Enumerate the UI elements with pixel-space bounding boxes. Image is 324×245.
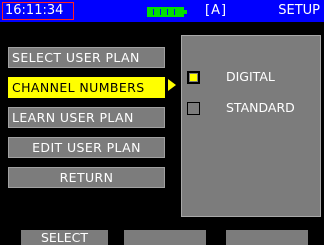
screen-title: SETUP [278, 3, 320, 18]
arrow-right-icon [168, 79, 176, 91]
channel-numbers-button[interactable]: CHANNEL NUMBERS [8, 77, 165, 98]
option-label: STANDARD [226, 100, 295, 115]
options-panel [181, 35, 321, 217]
softkey-1[interactable]: SELECT [21, 230, 108, 245]
return-button[interactable]: RETURN [8, 167, 165, 188]
checkbox-checked-icon[interactable] [187, 71, 200, 84]
mode-indicator: [A] [205, 3, 228, 18]
option-digital[interactable]: DIGITAL [187, 69, 307, 87]
select-user-plan-button[interactable]: SELECT USER PLAN [8, 47, 165, 68]
edit-user-plan-button[interactable]: EDIT USER PLAN [8, 137, 165, 158]
option-standard[interactable]: STANDARD [187, 100, 307, 118]
learn-user-plan-button[interactable]: LEARN USER PLAN [8, 107, 165, 128]
checkbox-unchecked-icon[interactable] [187, 102, 200, 115]
clock: 16:11:34 [2, 2, 74, 20]
status-bar: 16:11:34 [A] SETUP [0, 0, 324, 22]
option-label: DIGITAL [226, 69, 275, 84]
softkey-3[interactable] [226, 230, 308, 245]
softkey-2[interactable] [124, 230, 206, 245]
